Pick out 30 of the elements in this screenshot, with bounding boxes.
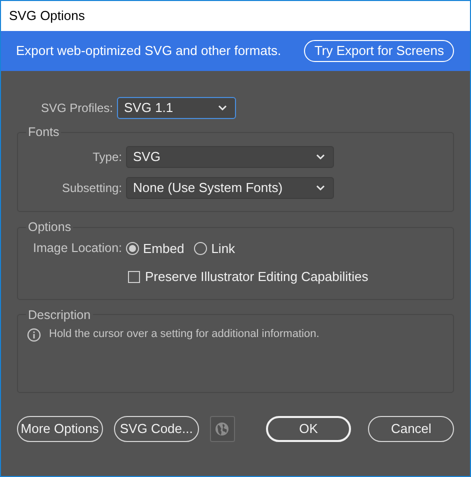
radio-option[interactable]: Link <box>194 238 236 258</box>
field-label: Subsetting: <box>60 180 122 197</box>
dropdown[interactable]: SVG 1.1 <box>117 97 236 119</box>
chevron-icon <box>218 105 227 111</box>
checkbox-label[interactable]: Preserve Illustrator Editing Capabilities <box>145 267 368 286</box>
dropdown[interactable]: None (Use System Fonts) <box>126 176 334 199</box>
info-icon <box>27 328 41 342</box>
dialog-button[interactable]: More Options <box>17 416 103 442</box>
radio-button[interactable] <box>126 242 139 255</box>
dropdown[interactable]: SVG <box>126 146 334 168</box>
globe-button[interactable] <box>210 416 235 442</box>
checkbox[interactable] <box>128 270 140 283</box>
dialog-button[interactable]: Cancel <box>368 416 454 442</box>
group-title: Description <box>27 306 92 324</box>
banner-text: Export web-optimized SVG and other formats. <box>16 42 282 60</box>
field-label: SVG Profiles: <box>40 100 113 117</box>
group-title: Options <box>27 218 72 236</box>
chevron-icon <box>316 154 325 160</box>
group-title: Fonts <box>27 124 60 141</box>
description-text: Hold the cursor over a setting for additional information. <box>49 327 320 342</box>
field-label: Type: <box>92 148 122 166</box>
ok-button[interactable]: OK <box>266 416 352 442</box>
chevron-icon <box>316 184 325 191</box>
window-title: SVG Options <box>9 7 85 26</box>
radio-option[interactable]: Embed <box>126 238 184 258</box>
globe-icon <box>215 422 230 436</box>
export-screens-button[interactable]: Try Export for Screens <box>304 40 454 62</box>
field-label: Image Location: <box>32 240 122 257</box>
dialog-button[interactable]: SVG Code... <box>114 416 200 442</box>
radio-button[interactable] <box>194 242 208 255</box>
